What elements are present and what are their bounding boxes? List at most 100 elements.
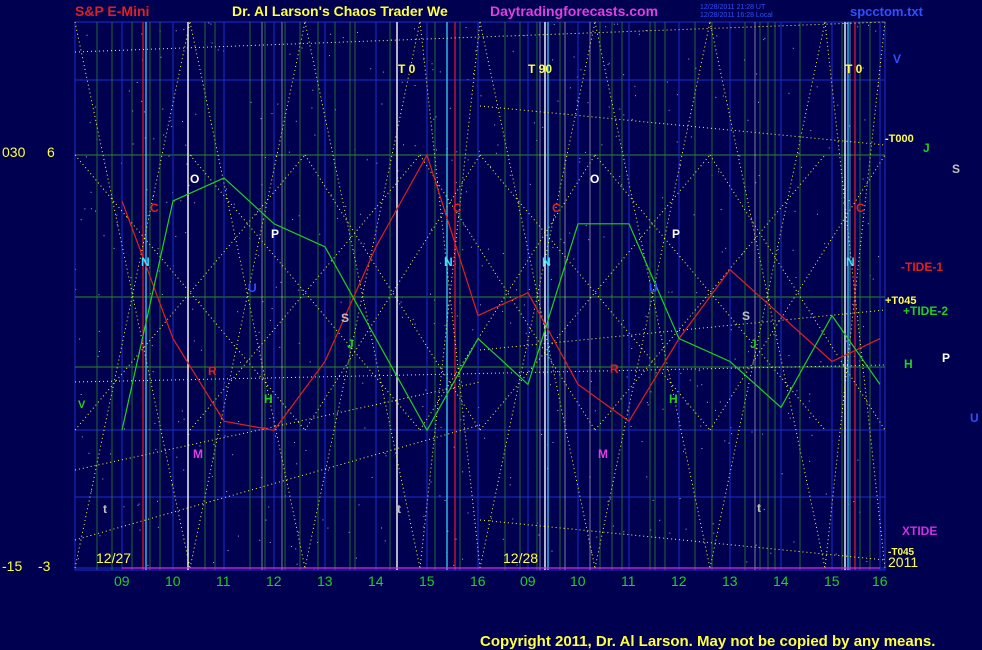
star-dot xyxy=(634,85,636,87)
t-label: T 0 xyxy=(398,62,416,76)
star-dot xyxy=(756,73,758,75)
star-dot xyxy=(868,24,869,26)
marker-p: P xyxy=(271,227,279,241)
star-dot xyxy=(124,428,126,430)
star-dot xyxy=(626,376,628,378)
star-dot xyxy=(724,440,726,442)
star-dot xyxy=(635,95,636,97)
marker-o: O xyxy=(190,172,199,186)
star-dot xyxy=(414,323,416,325)
star-dot xyxy=(603,236,605,238)
star-dot xyxy=(488,248,489,250)
star-dot xyxy=(722,95,724,97)
right-label-xtide: XTIDE xyxy=(902,524,937,538)
star-dot xyxy=(718,171,720,173)
star-dot xyxy=(552,442,554,443)
year-label: 2011 xyxy=(888,554,918,570)
star-dot xyxy=(706,401,708,403)
star-dot xyxy=(662,197,664,199)
star-dot xyxy=(422,406,424,408)
marker-m: M xyxy=(193,447,203,461)
star-dot xyxy=(295,548,297,550)
star-dot xyxy=(342,37,344,39)
site-name[interactable]: Daytradingforecasts.com xyxy=(490,3,658,19)
star-dot xyxy=(875,30,877,32)
star-dot xyxy=(788,355,790,356)
star-dot xyxy=(213,562,214,564)
star-dot xyxy=(631,348,633,349)
star-dot xyxy=(89,122,91,124)
t-label: T 0 xyxy=(845,62,863,76)
star-dot xyxy=(141,100,143,102)
star-dot xyxy=(470,246,472,248)
star-dot xyxy=(560,238,562,240)
star-dot xyxy=(291,546,292,548)
star-dot xyxy=(275,435,276,437)
star-dot xyxy=(524,35,526,37)
star-dot xyxy=(809,460,811,462)
t-label: T 90 xyxy=(528,62,552,76)
star-dot xyxy=(430,293,431,295)
star-dot xyxy=(328,469,329,471)
star-dot xyxy=(294,442,295,444)
star-dot xyxy=(414,145,416,147)
star-dot xyxy=(455,182,457,184)
star-dot xyxy=(181,410,183,412)
star-dot xyxy=(288,151,290,153)
star-dot xyxy=(166,201,168,203)
star-dot xyxy=(676,94,678,96)
star-dot xyxy=(585,151,586,153)
star-dot xyxy=(292,219,293,220)
star-dot xyxy=(163,134,165,136)
star-dot xyxy=(301,289,303,291)
hour-tick: 15 xyxy=(419,573,435,589)
star-dot xyxy=(449,107,451,109)
star-dot xyxy=(371,476,373,478)
star-dot xyxy=(81,436,83,438)
title-left: S&P E-Mini xyxy=(75,3,149,19)
star-dot xyxy=(533,122,535,124)
star-dot xyxy=(557,100,559,102)
star-dot xyxy=(698,370,700,372)
star-dot xyxy=(696,385,698,387)
marker-s: S xyxy=(341,311,349,325)
star-dot xyxy=(403,144,404,146)
star-dot xyxy=(95,210,96,212)
star-dot xyxy=(79,338,81,340)
marker-n: N xyxy=(141,255,150,269)
star-dot xyxy=(385,455,387,457)
marker-r: R xyxy=(610,362,619,376)
star-dot xyxy=(194,202,196,204)
star-dot xyxy=(90,208,92,210)
star-dot xyxy=(690,136,692,138)
star-dot xyxy=(789,417,791,419)
star-dot xyxy=(431,228,432,230)
star-dot xyxy=(157,500,158,502)
star-dot xyxy=(715,409,716,411)
star-dot xyxy=(816,86,818,88)
star-dot xyxy=(646,476,648,478)
star-dot xyxy=(183,29,185,30)
star-dot xyxy=(139,529,141,531)
star-dot xyxy=(211,475,213,477)
star-dot xyxy=(701,448,703,449)
star-dot xyxy=(494,124,496,126)
star-dot xyxy=(669,532,671,534)
star-dot xyxy=(423,58,425,60)
hour-tick: 10 xyxy=(570,573,586,589)
star-dot xyxy=(425,389,427,391)
star-dot xyxy=(809,393,811,395)
star-dot xyxy=(130,277,132,279)
star-dot xyxy=(116,224,118,226)
hour-tick: 09 xyxy=(520,573,536,589)
marker-m: M xyxy=(598,447,608,461)
star-dot xyxy=(193,340,195,342)
star-dot xyxy=(731,433,733,435)
star-dot xyxy=(269,417,271,419)
star-dot xyxy=(607,64,609,65)
star-dot xyxy=(787,412,789,414)
star-dot xyxy=(359,213,361,215)
star-dot xyxy=(171,126,173,128)
star-dot xyxy=(402,316,403,318)
star-dot xyxy=(157,248,159,250)
